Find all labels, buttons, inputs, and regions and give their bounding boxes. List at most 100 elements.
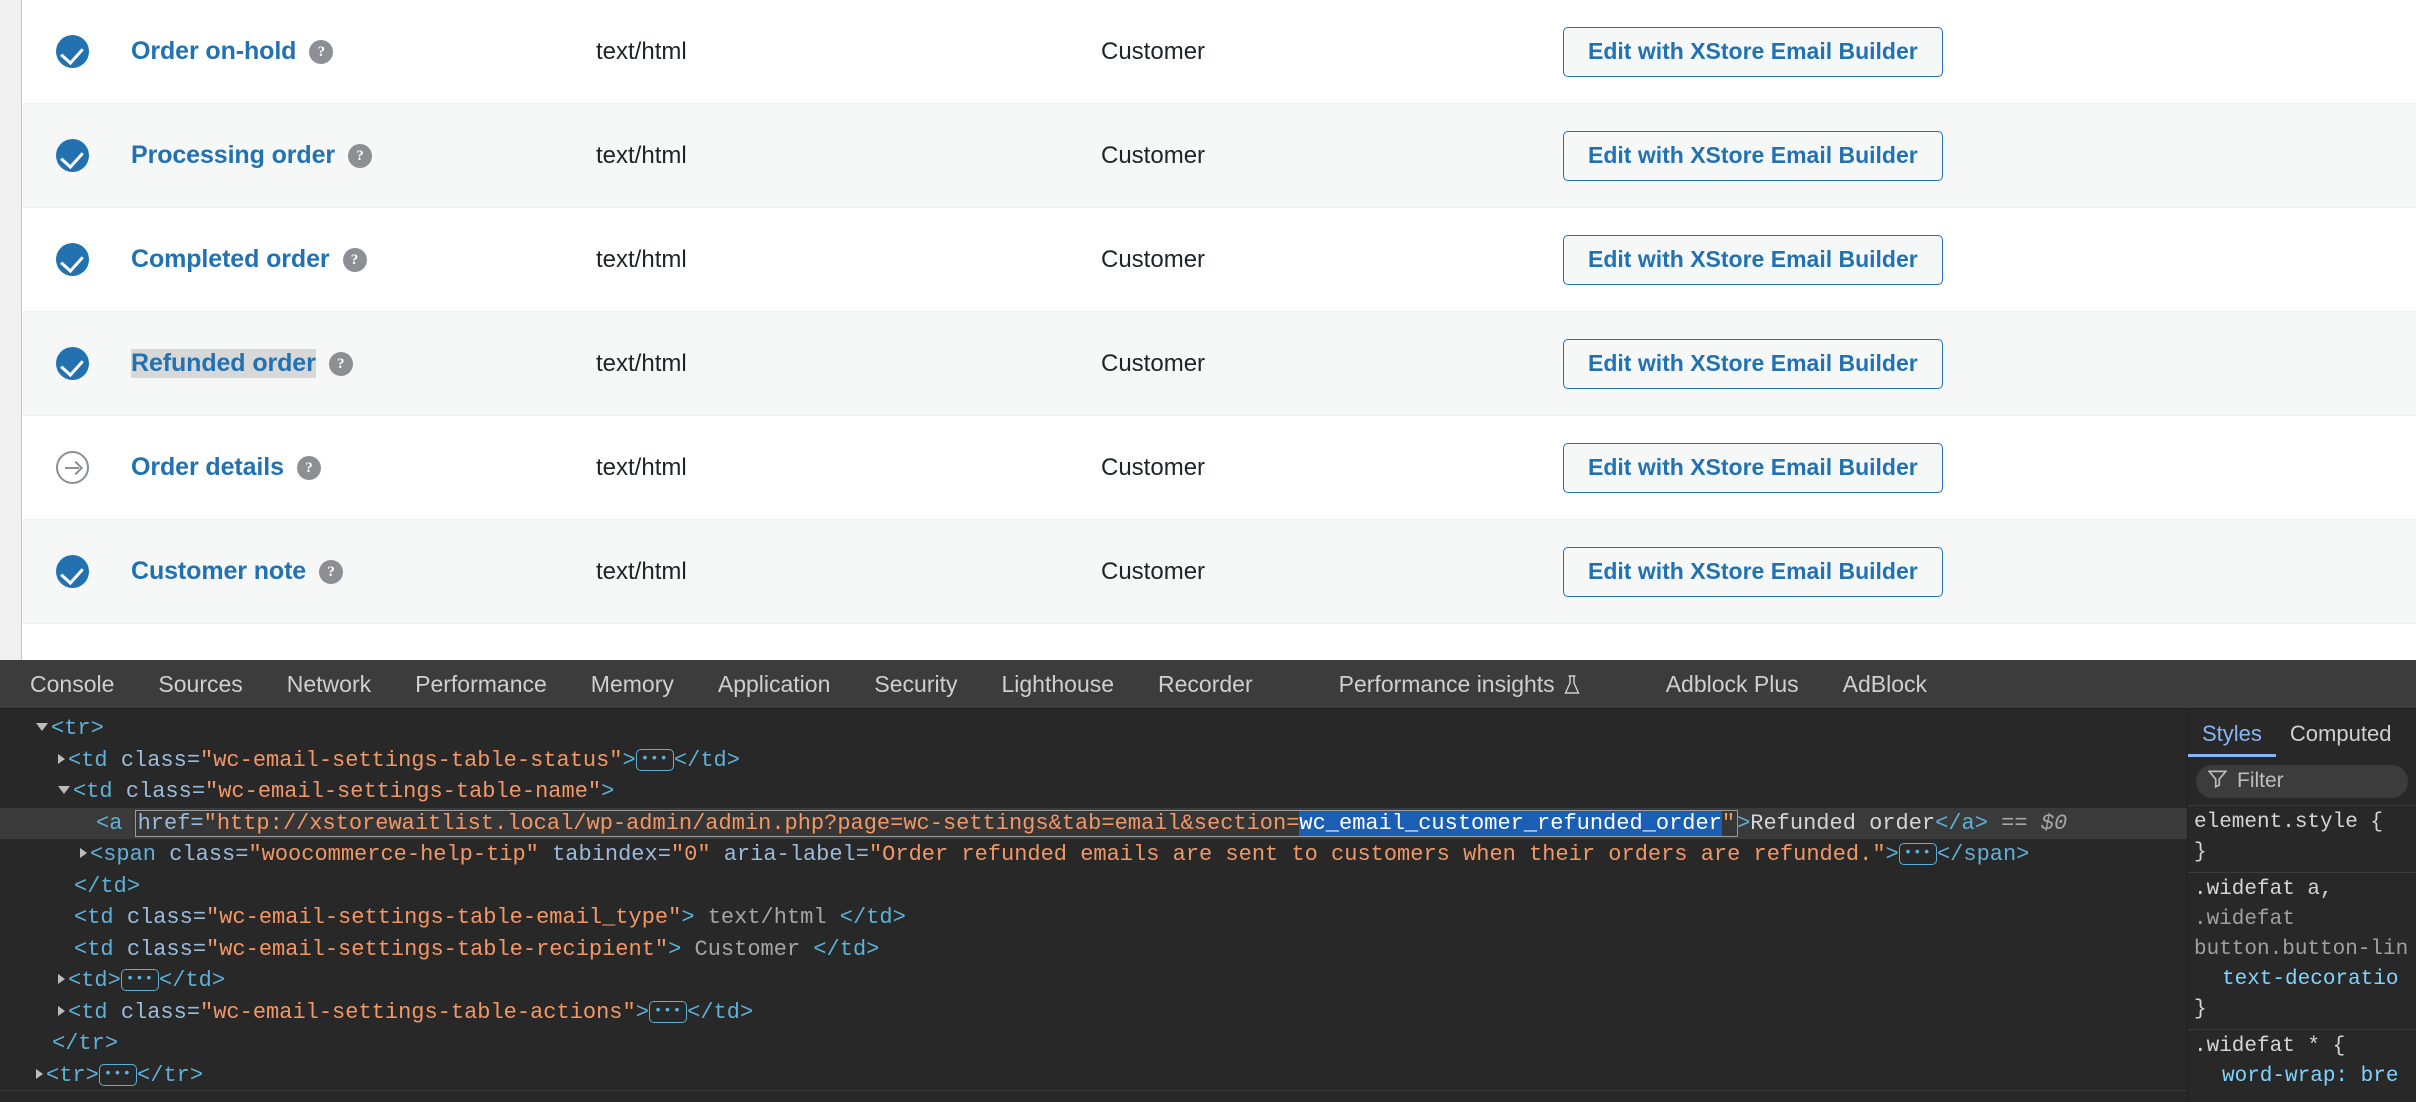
devtools-tab-console[interactable]: Console	[8, 660, 136, 709]
styles-filter-input[interactable]: Filter	[2196, 764, 2408, 798]
css-declaration[interactable]: word-wrap: bre	[2194, 1062, 2398, 1092]
disclosure-triangle-closed-icon[interactable]	[58, 753, 65, 764]
devtools-tab-security[interactable]: Security	[852, 660, 979, 709]
devtools-tab-network[interactable]: Network	[265, 660, 393, 709]
styles-filter-placeholder: Filter	[2237, 769, 2284, 792]
collapsed-children-icon[interactable]: •••	[635, 748, 674, 771]
collapsed-children-icon[interactable]: •••	[98, 1063, 138, 1086]
css-selector: .widefat a,	[2194, 878, 2333, 901]
dom-tree-line[interactable]: <td class="wc-email-settings-table-recip…	[0, 934, 2187, 966]
help-tip-icon[interactable]: ?	[328, 351, 353, 376]
devtools-tab-application[interactable]: Application	[696, 660, 853, 709]
row-status-cell	[56, 347, 131, 380]
devtools-body: <tr> <td class="wc-email-settings-table-s…	[0, 709, 2416, 1102]
dom-tree-line[interactable]: <tr>	[0, 713, 2187, 745]
table-row: Processing order? text/html Customer Edit w…	[23, 104, 2416, 208]
css-rule-block[interactable]: .widefat * { word-wrap: bre	[2188, 1029, 2416, 1096]
row-name-cell: Customer note?	[131, 557, 596, 586]
check-circle-icon[interactable]	[56, 139, 89, 172]
check-circle-icon[interactable]	[56, 243, 89, 276]
row-actions-cell: Edit with XStore Email Builder	[1501, 546, 2416, 597]
check-circle-icon[interactable]	[56, 347, 89, 380]
table-row: Refunded order? text/html Customer Edit wit…	[23, 312, 2416, 416]
edit-with-xstore-email-builder-button[interactable]: Edit with XStore Email Builder	[1563, 338, 1943, 389]
dom-tree-line[interactable]: <td> ••• </td>	[0, 965, 2187, 997]
css-selector: element.style {	[2194, 811, 2384, 834]
devtools-tab-adblock-plus[interactable]: Adblock Plus	[1644, 660, 1821, 709]
dom-tree-line[interactable]: <td class="wc-email-settings-table-actio…	[0, 997, 2187, 1029]
row-content-type: text/html	[596, 141, 687, 169]
disclosure-triangle-open-icon[interactable]	[58, 786, 70, 794]
help-tip-icon[interactable]: ?	[309, 39, 334, 64]
email-name-link[interactable]: Customer note	[131, 557, 306, 586]
email-name-link[interactable]: Completed order	[131, 245, 330, 274]
edit-with-xstore-email-builder-button[interactable]: Edit with XStore Email Builder	[1563, 234, 1943, 285]
email-name-link[interactable]: Order on-hold	[131, 37, 296, 66]
disclosure-triangle-closed-icon[interactable]	[58, 1005, 65, 1016]
devtools-tab-performance[interactable]: Performance	[393, 660, 569, 709]
row-status-cell	[56, 555, 131, 588]
disclosure-triangle-closed-icon[interactable]	[58, 974, 65, 984]
dom-tree-line[interactable]: </tr>	[0, 1028, 2187, 1060]
dom-tree-line[interactable]: <a href="http://xstorewaitlist.local/wp-…	[0, 807, 2187, 839]
row-content-type: text/html	[596, 349, 687, 377]
row-recipient: Customer	[1101, 349, 1206, 377]
devtools-tab-lighthouse[interactable]: Lighthouse	[979, 660, 1136, 709]
devtools-tab-performance-insights[interactable]: Performance insights	[1317, 660, 1602, 709]
row-status-cell	[56, 451, 131, 484]
dom-tree-line[interactable]: </td>	[0, 871, 2187, 903]
row-recipient: Customer	[1101, 557, 1206, 585]
css-selector: button.button-lin	[2194, 938, 2409, 961]
dom-tree-pane[interactable]: <tr> <td class="wc-email-settings-table-s…	[0, 709, 2187, 1102]
help-tip-icon[interactable]: ?	[342, 247, 367, 272]
tab-computed[interactable]: Computed	[2276, 721, 2406, 757]
row-content-type: text/html	[596, 245, 687, 273]
help-tip-icon[interactable]: ?	[296, 455, 321, 480]
dom-tree-line[interactable]: <td class="wc-email-settings-table-statu…	[0, 745, 2187, 777]
row-actions-cell: Edit with XStore Email Builder	[1501, 130, 2416, 181]
arrow-circle-icon[interactable]	[56, 451, 89, 484]
devtools-tab-sources[interactable]: Sources	[136, 660, 264, 709]
css-rule-block[interactable]: element.style { }	[2188, 805, 2416, 872]
row-status-cell	[56, 243, 131, 276]
edit-with-xstore-email-builder-button[interactable]: Edit with XStore Email Builder	[1563, 130, 1943, 181]
dom-tree-line[interactable]: <tr> ••• </tr>	[0, 1060, 2187, 1092]
help-tip-icon[interactable]: ?	[348, 143, 373, 168]
row-content-type: text/html	[596, 557, 687, 585]
email-name-link[interactable]: Order details	[131, 453, 284, 482]
dom-tree-line[interactable]: <td class="wc-email-settings-table-name"…	[0, 776, 2187, 808]
devtools-panel: Console Sources Network Performance Memory Ap…	[0, 660, 2416, 1102]
email-name-link[interactable]: Processing order	[131, 141, 335, 170]
check-circle-icon[interactable]	[56, 555, 89, 588]
devtools-tab-adblock[interactable]: AdBlock	[1821, 660, 1949, 709]
collapsed-children-icon[interactable]: •••	[1898, 843, 1937, 865]
edit-with-xstore-email-builder-button[interactable]: Edit with XStore Email Builder	[1563, 546, 1943, 597]
edit-with-xstore-email-builder-button[interactable]: Edit with XStore Email Builder	[1563, 26, 1943, 77]
tab-styles[interactable]: Styles	[2188, 721, 2276, 757]
disclosure-triangle-closed-icon[interactable]	[36, 1068, 43, 1079]
row-name-cell: Order on-hold?	[131, 37, 596, 66]
dom-horizontal-scrollbar[interactable]	[0, 1090, 2187, 1102]
edit-with-xstore-email-builder-button[interactable]: Edit with XStore Email Builder	[1563, 442, 1943, 493]
table-row: Customer note? text/html Customer Edit with…	[23, 520, 2416, 624]
email-name-link[interactable]: Refunded order	[131, 349, 316, 378]
collapsed-children-icon[interactable]: •••	[648, 1000, 688, 1023]
css-rule-close: }	[2194, 998, 2207, 1021]
devtools-tab-memory[interactable]: Memory	[569, 660, 696, 709]
row-actions-cell: Edit with XStore Email Builder	[1501, 442, 2416, 493]
row-content-type: text/html	[596, 37, 687, 65]
css-declaration[interactable]: text-decoratio	[2194, 965, 2398, 995]
disclosure-triangle-open-icon[interactable]	[36, 723, 48, 731]
disclosure-triangle-closed-icon[interactable]	[80, 848, 87, 858]
dom-tree-line[interactable]: <td class="wc-email-settings-table-email…	[0, 902, 2187, 934]
row-name-cell: Refunded order?	[131, 349, 596, 378]
devtools-tab-recorder[interactable]: Recorder	[1136, 660, 1275, 709]
row-recipient: Customer	[1101, 453, 1206, 481]
check-circle-icon[interactable]	[56, 35, 89, 68]
css-rule-block[interactable]: .widefat a, .widefat button.button-lin t…	[2188, 872, 2416, 1029]
dom-tree-line[interactable]: <span class="woocommerce-help-tip" tabin…	[0, 839, 2187, 871]
flask-icon	[1564, 663, 1580, 694]
help-tip-icon[interactable]: ?	[319, 559, 344, 584]
collapsed-children-icon[interactable]: •••	[120, 969, 160, 991]
row-actions-cell: Edit with XStore Email Builder	[1501, 234, 2416, 285]
